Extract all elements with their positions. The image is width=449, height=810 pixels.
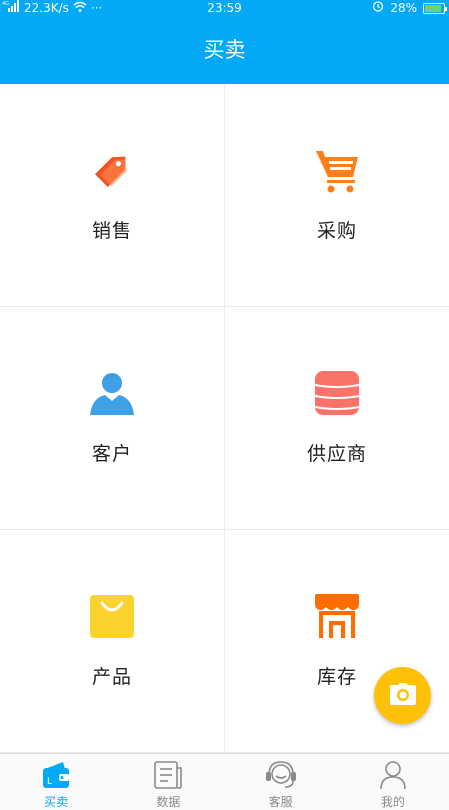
status-bar: 4G 22.3K/s ··· 23:59 28% xyxy=(0,0,449,16)
document-icon xyxy=(152,760,184,790)
tab-label: 客服 xyxy=(268,795,293,809)
database-icon xyxy=(311,367,363,419)
user-icon xyxy=(86,367,138,419)
grid-item-label: 供应商 xyxy=(306,443,367,465)
grid-item-label: 采购 xyxy=(316,220,357,242)
battery-icon xyxy=(423,2,447,14)
tab-service[interactable]: 客服 xyxy=(225,754,337,810)
person-icon xyxy=(377,760,409,790)
headset-icon xyxy=(265,760,297,790)
battery-percent: 28% xyxy=(390,1,417,15)
shopping-cart-icon xyxy=(311,144,363,196)
grid-item-purchase[interactable]: 采购 xyxy=(225,84,449,307)
tab-label: 买卖 xyxy=(44,795,69,809)
svg-text:L: L xyxy=(47,777,52,787)
menu-grid: 销售 采购 客户 供应商 产品 库存 xyxy=(0,84,449,753)
camera-icon xyxy=(389,682,417,710)
grid-item-label: 产品 xyxy=(91,666,132,688)
grid-item-supplier[interactable]: 供应商 xyxy=(225,307,449,530)
price-tag-icon xyxy=(86,144,138,196)
grid-item-label: 销售 xyxy=(91,220,132,242)
bottom-tab-bar: L 买卖 数据 客服 我的 xyxy=(0,753,449,810)
tab-label: 数据 xyxy=(156,795,181,809)
status-right: 28% xyxy=(372,0,447,16)
tab-data[interactable]: 数据 xyxy=(112,754,224,810)
store-icon xyxy=(311,590,363,642)
page-title: 买卖 xyxy=(0,16,449,84)
grid-item-product[interactable]: 产品 xyxy=(0,530,225,753)
grid-item-customer[interactable]: 客户 xyxy=(0,307,225,530)
camera-button[interactable] xyxy=(374,667,431,724)
wallet-icon: L xyxy=(40,760,72,790)
tab-label: 我的 xyxy=(380,795,405,809)
tab-trade[interactable]: L 买卖 xyxy=(0,754,112,810)
grid-item-sales[interactable]: 销售 xyxy=(0,84,225,307)
grid-item-label: 客户 xyxy=(91,443,132,465)
tab-mine[interactable]: 我的 xyxy=(337,754,449,810)
grid-item-label: 库存 xyxy=(316,666,357,688)
alarm-icon xyxy=(372,0,384,16)
shopping-bag-icon xyxy=(86,590,138,642)
